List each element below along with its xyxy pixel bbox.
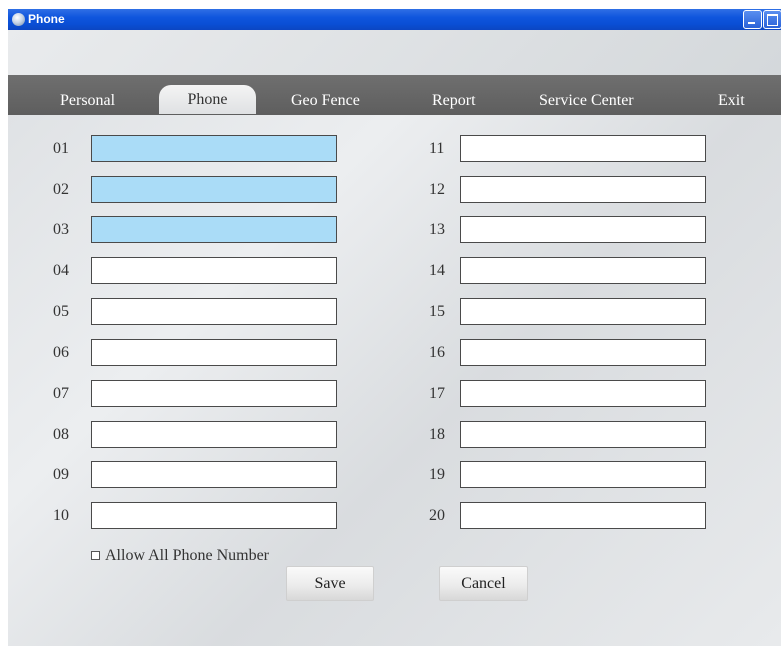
phone-number-field-18[interactable]: [460, 421, 706, 448]
phone-number-field-17[interactable]: [460, 380, 706, 407]
phone-label-19: 19: [429, 466, 445, 483]
phone-label-09: 09: [53, 466, 69, 483]
minimize-button[interactable]: [743, 10, 762, 29]
phone-label-05: 05: [53, 303, 69, 320]
phone-label-20: 20: [429, 507, 445, 524]
phone-number-field-19[interactable]: [460, 461, 706, 488]
phone-label-04: 04: [53, 262, 69, 279]
phone-label-08: 08: [53, 426, 69, 443]
phone-label-10: 10: [53, 507, 69, 524]
phone-label-12: 12: [429, 181, 445, 198]
phone-label-15: 15: [429, 303, 445, 320]
tab-report[interactable]: Report: [432, 89, 476, 113]
phone-number-field-15[interactable]: [460, 298, 706, 325]
tab-geo-fence[interactable]: Geo Fence: [291, 89, 360, 113]
allow-all-checkbox[interactable]: [91, 551, 100, 560]
phone-window: Phone Personal Phone Geo Fence Report Se…: [8, 9, 781, 646]
phone-label-13: 13: [429, 221, 445, 238]
phone-number-field-05[interactable]: [91, 298, 337, 325]
phone-label-11: 11: [429, 140, 445, 157]
phone-number-field-11[interactable]: [460, 135, 706, 162]
app-icon: [12, 13, 25, 26]
title-bar[interactable]: Phone: [8, 9, 781, 30]
tab-personal[interactable]: Personal: [60, 89, 115, 113]
phone-label-03: 03: [53, 221, 69, 238]
window-title: Phone: [28, 12, 65, 26]
phone-number-field-13[interactable]: [460, 216, 706, 243]
phone-number-field-02[interactable]: [91, 176, 337, 203]
header-band: [8, 30, 781, 75]
phone-number-field-03[interactable]: [91, 216, 337, 243]
phone-number-field-04[interactable]: [91, 257, 337, 284]
tab-service-center[interactable]: Service Center: [539, 89, 634, 113]
phone-label-07: 07: [53, 385, 69, 402]
allow-all-label: Allow All Phone Number: [105, 547, 269, 564]
phone-number-field-14[interactable]: [460, 257, 706, 284]
phone-label-06: 06: [53, 344, 69, 361]
phone-label-02: 02: [53, 181, 69, 198]
tab-bar: [8, 75, 781, 115]
phone-label-01: 01: [53, 140, 69, 157]
tab-phone[interactable]: Phone: [159, 85, 256, 114]
tab-exit[interactable]: Exit: [718, 89, 745, 113]
phone-number-field-01[interactable]: [91, 135, 337, 162]
phone-number-field-06[interactable]: [91, 339, 337, 366]
phone-number-field-09[interactable]: [91, 461, 337, 488]
phone-number-field-10[interactable]: [91, 502, 337, 529]
maximize-button[interactable]: [763, 10, 781, 29]
cancel-button[interactable]: Cancel: [439, 566, 528, 601]
phone-number-field-20[interactable]: [460, 502, 706, 529]
phone-number-field-12[interactable]: [460, 176, 706, 203]
save-button[interactable]: Save: [286, 566, 374, 601]
phone-number-field-07[interactable]: [91, 380, 337, 407]
phone-number-field-16[interactable]: [460, 339, 706, 366]
phone-label-17: 17: [429, 385, 445, 402]
phone-label-16: 16: [429, 344, 445, 361]
phone-label-18: 18: [429, 426, 445, 443]
phone-label-14: 14: [429, 262, 445, 279]
phone-number-field-08[interactable]: [91, 421, 337, 448]
